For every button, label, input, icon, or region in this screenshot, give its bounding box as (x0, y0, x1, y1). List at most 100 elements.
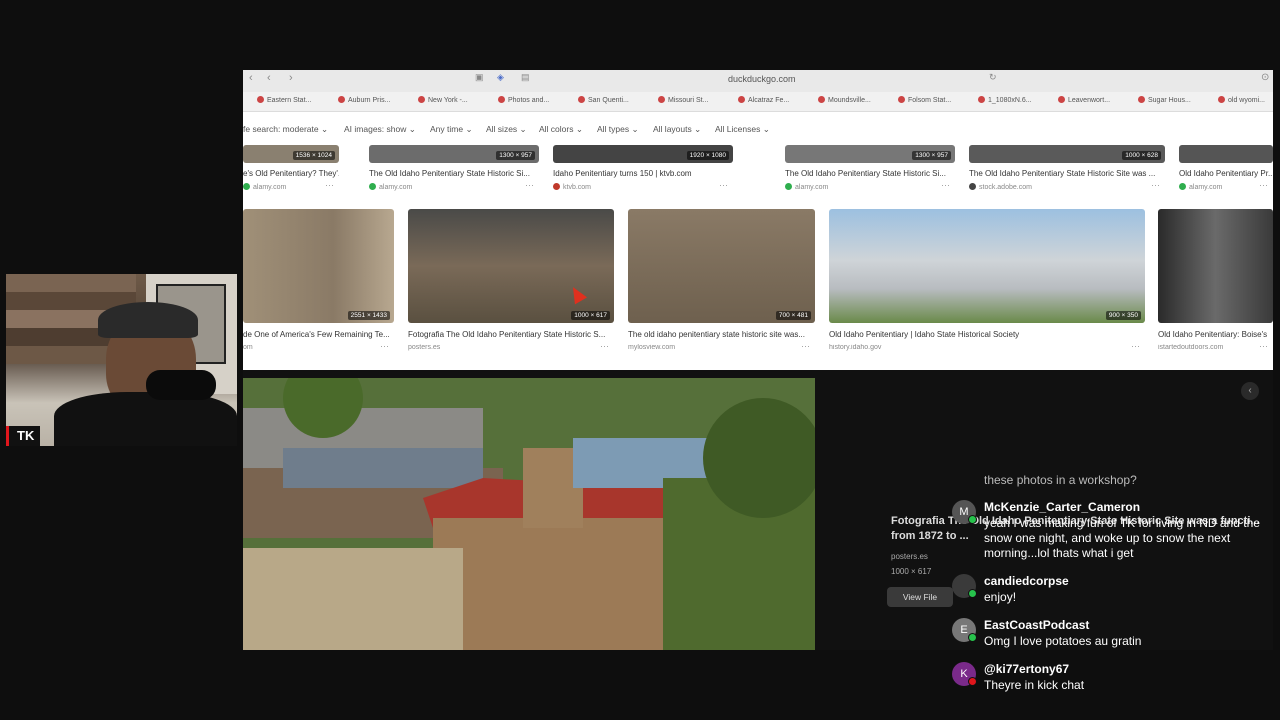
filter-dropdown[interactable]: All layouts ⌄ (653, 124, 701, 135)
image-thumbnail[interactable]: 1536 × 1024 (243, 145, 339, 163)
view-file-button[interactable]: View File (887, 587, 953, 607)
filter-dropdown[interactable]: fe search: moderate ⌄ (243, 124, 328, 135)
more-options-icon[interactable]: ··· (1151, 180, 1160, 190)
image-title-link[interactable]: de One of America's Few Remaining Te... (243, 330, 394, 339)
image-title-link[interactable]: The Old Idaho Penitentiary State Histori… (785, 169, 955, 178)
image-source[interactable]: om (243, 344, 374, 351)
chat-message-text: Theyre in kick chat (984, 678, 1085, 692)
page-icon[interactable]: ▤ (521, 72, 530, 83)
platform-badge-icon (968, 677, 977, 686)
image-title-link[interactable]: Old Idaho Penitentiary | Idaho State His… (829, 330, 1145, 339)
chat-username[interactable]: McKenzie_Carter_Cameron (984, 500, 1140, 514)
image-dimensions: 1536 × 1024 (292, 151, 335, 160)
chevron-down-icon: ⌄ (517, 124, 527, 134)
image-title-link[interactable]: The Old Idaho Penitentiary State Histori… (369, 169, 539, 178)
address-bar[interactable]: duckduckgo.com (728, 74, 796, 84)
image-thumbnail[interactable] (1179, 145, 1273, 163)
image-thumbnail[interactable]: 1920 × 1080 (553, 145, 733, 163)
preview-prev-icon[interactable]: ‹ (1241, 382, 1259, 400)
window-controls-icon[interactable]: ‹ (249, 72, 253, 84)
forward-icon[interactable]: › (289, 72, 293, 84)
bookmark-item[interactable]: San Quenti... (578, 96, 629, 104)
bookmark-item[interactable]: Folsom Stat... (898, 96, 951, 104)
bookmark-item[interactable]: old wyomi... (1218, 96, 1265, 104)
more-options-icon[interactable]: ··· (525, 180, 534, 190)
image-source[interactable]: posters.es (408, 344, 594, 351)
more-options-icon[interactable]: ··· (1259, 180, 1268, 190)
preview-source[interactable]: posters.es (891, 552, 928, 561)
image-thumbnail[interactable]: 900 × 350 (829, 209, 1145, 323)
image-thumbnail[interactable]: 700 × 481 (628, 209, 815, 323)
image-thumbnail[interactable]: 1000 × 617 (408, 209, 614, 323)
filter-dropdown[interactable]: Any time ⌄ (430, 124, 473, 135)
image-thumbnail[interactable]: 1000 × 628 (969, 145, 1165, 163)
bookmark-item[interactable]: Leavenwort... (1058, 96, 1110, 104)
image-title-link[interactable]: The Old Idaho Penitentiary State Histori… (969, 169, 1165, 178)
tab-overview-icon[interactable]: ▣ (475, 72, 484, 83)
filter-label: All sizes (486, 124, 518, 134)
bookmark-item[interactable]: Photos and... (498, 96, 549, 104)
image-source[interactable]: alamy.com (785, 183, 935, 191)
image-title-link[interactable]: e's Old Penitentiary? They'... (243, 169, 339, 178)
chat-username[interactable]: candiedcorpse (984, 574, 1069, 588)
bookmark-favicon-icon (1058, 96, 1065, 103)
bookmark-item[interactable]: Alcatraz Fe... (738, 96, 789, 104)
image-title-link[interactable]: The old idaho penitentiary state histori… (628, 330, 815, 339)
image-source[interactable]: alamy.com (1179, 183, 1253, 191)
menu-icon[interactable]: ⊙ (1261, 72, 1269, 83)
bookmark-label: Photos and... (508, 97, 550, 104)
bookmark-item[interactable]: Missouri St... (658, 96, 708, 104)
image-title-link[interactable]: Fotografia The Old Idaho Penitentiary St… (408, 330, 614, 339)
image-thumbnail[interactable] (1158, 209, 1273, 323)
shield-icon[interactable]: ◈ (497, 72, 504, 83)
more-options-icon[interactable]: ··· (941, 180, 950, 190)
more-options-icon[interactable]: ··· (380, 341, 389, 351)
bookmark-item[interactable]: Eastern Stat... (257, 96, 311, 104)
chat-username[interactable]: @ki77ertony67 (984, 662, 1069, 676)
site-favicon-icon (1179, 183, 1186, 190)
filter-dropdown[interactable]: All types ⌄ (597, 124, 639, 135)
image-source[interactable]: alamy.com (243, 183, 319, 191)
image-thumbnail[interactable]: 2551 × 1433 (243, 209, 394, 323)
image-source[interactable]: stock.adobe.com (969, 183, 1145, 191)
streamer-cap (98, 302, 198, 338)
image-dimensions: 700 × 481 (775, 311, 811, 320)
more-options-icon[interactable]: ··· (801, 341, 810, 351)
image-title-link[interactable]: Old Idaho Penitentiary Pr... (1179, 169, 1273, 178)
bookmark-item[interactable]: Moundsville... (818, 96, 871, 104)
bookmark-item[interactable]: New York -... (418, 96, 468, 104)
source-domain: stock.adobe.com (979, 184, 1032, 191)
filter-dropdown[interactable]: AI images: show ⌄ (344, 124, 416, 135)
bookmark-item[interactable]: 1_1080xN.6... (978, 96, 1032, 104)
back-icon[interactable]: ‹ (267, 72, 271, 84)
bookmark-item[interactable]: Auburn Pris... (338, 96, 390, 104)
image-title-link[interactable]: Idaho Penitentiary turns 150 | ktvb.com (553, 169, 733, 178)
more-options-icon[interactable]: ··· (719, 180, 728, 190)
more-options-icon[interactable]: ··· (325, 180, 334, 190)
reload-icon[interactable]: ↻ (989, 72, 997, 83)
more-options-icon[interactable]: ··· (1259, 341, 1268, 351)
bookmark-favicon-icon (257, 96, 264, 103)
image-source[interactable]: alamy.com (369, 183, 519, 191)
bookmark-item[interactable]: Sugar Hous... (1138, 96, 1191, 104)
penitentiary-photo (243, 378, 815, 650)
filter-dropdown[interactable]: All colors ⌄ (539, 124, 583, 135)
more-options-icon[interactable]: ··· (1131, 341, 1140, 351)
more-options-icon[interactable]: ··· (600, 341, 609, 351)
image-source[interactable]: istartedoutdoors.com (1158, 344, 1253, 351)
filter-dropdown[interactable]: All Licenses ⌄ (715, 124, 770, 135)
image-source[interactable]: history.idaho.gov (829, 344, 1125, 351)
chat-username[interactable]: EastCoastPodcast (984, 618, 1089, 632)
filter-dropdown[interactable]: All sizes ⌄ (486, 124, 527, 135)
image-thumbnail[interactable]: 1300 × 957 (785, 145, 955, 163)
image-source[interactable]: mylosview.com (628, 344, 795, 351)
site-favicon-icon (785, 183, 792, 190)
bookmark-favicon-icon (578, 96, 585, 103)
source-domain: alamy.com (795, 184, 829, 191)
preview-image[interactable] (243, 378, 815, 650)
chevron-down-icon: ⌄ (760, 124, 770, 134)
bookmark-label: Moundsville... (828, 97, 871, 104)
image-title-link[interactable]: Old Idaho Penitentiary: Boise's (1158, 330, 1273, 339)
image-source[interactable]: ktvb.com (553, 183, 713, 191)
image-thumbnail[interactable]: 1300 × 957 (369, 145, 539, 163)
